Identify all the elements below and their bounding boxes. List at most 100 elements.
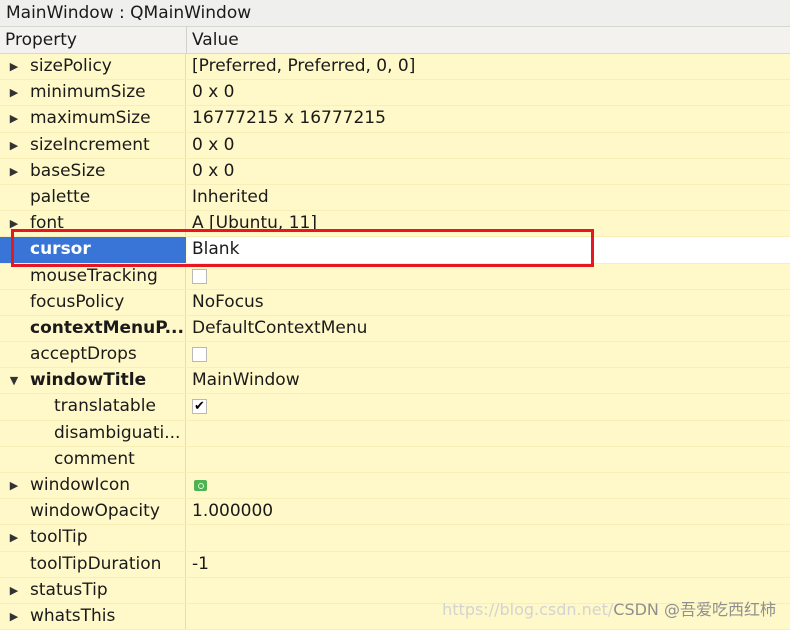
property-value-cell[interactable] xyxy=(187,447,790,472)
property-name-cell[interactable]: acceptDrops xyxy=(0,342,186,368)
property-checkbox[interactable]: ✔ xyxy=(192,399,207,415)
property-name-cell[interactable]: palette xyxy=(0,184,186,211)
property-name-cell[interactable]: ▶ sizeIncrement xyxy=(0,132,186,158)
property-value-text: 0 x 0 xyxy=(192,160,235,181)
property-value-cell[interactable]: DefaultContextMenu xyxy=(187,316,790,341)
property-row-basesize[interactable]: ▶ baseSize 0 x 0 xyxy=(0,158,790,185)
property-row-sizepolicy[interactable]: ▶ sizePolicy [Preferred, Preferred, 0, 0] xyxy=(0,54,790,81)
property-row-windowopacity[interactable]: windowOpacity 1.000000 xyxy=(0,499,790,526)
property-name-cell[interactable]: ▶ baseSize xyxy=(0,158,186,184)
property-value-text: 0 x 0 xyxy=(192,82,235,103)
property-row-windowtitle[interactable]: ▼ windowTitle MainWindow xyxy=(0,368,790,395)
property-value-cell[interactable]: Blank xyxy=(187,237,790,263)
property-row-tooltipduration[interactable]: toolTipDuration -1 xyxy=(0,551,790,578)
property-value-cell[interactable] xyxy=(187,525,790,550)
property-name-cell[interactable]: ▶ windowIcon xyxy=(0,473,186,499)
value-column-header[interactable]: Value xyxy=(192,27,239,54)
property-value-cell[interactable]: 0 x 0 xyxy=(187,133,790,158)
property-name-label: translatable xyxy=(54,396,156,417)
property-name-label: disambiguati... xyxy=(54,422,181,443)
property-value-cell[interactable]: -1 xyxy=(187,552,790,577)
property-value-text: DefaultContextMenu xyxy=(192,317,368,338)
property-row-comment[interactable]: comment xyxy=(0,446,790,473)
triangle-right-icon[interactable]: ▶ xyxy=(7,54,21,79)
property-row-mousetracking[interactable]: mouseTracking xyxy=(0,263,790,290)
property-row-windowicon[interactable]: ▶ windowIcon xyxy=(0,473,790,500)
triangle-right-icon[interactable]: ▶ xyxy=(7,578,21,603)
property-name-cell[interactable]: comment xyxy=(0,446,186,472)
property-value-text: Inherited xyxy=(192,186,269,207)
property-row-tooltip[interactable]: ▶ toolTip xyxy=(0,525,790,552)
property-checkbox[interactable] xyxy=(192,268,207,284)
triangle-right-icon[interactable]: ▶ xyxy=(7,473,21,498)
header-column-divider[interactable] xyxy=(186,27,187,54)
property-row-translatable[interactable]: translatable ✔ xyxy=(0,394,790,421)
property-name-cell[interactable]: disambiguati... xyxy=(0,420,186,446)
property-value-cell[interactable]: A [Ubuntu, 11] xyxy=(187,211,790,236)
property-name-cell[interactable]: contextMenuP... xyxy=(0,315,186,342)
property-name-cell[interactable]: windowOpacity xyxy=(0,499,186,525)
property-column-header[interactable]: Property xyxy=(5,27,77,54)
property-row-acceptdrops[interactable]: acceptDrops xyxy=(0,342,790,369)
triangle-right-icon[interactable]: ▶ xyxy=(7,133,21,158)
property-name-label: statusTip xyxy=(30,579,108,600)
property-name-cell[interactable]: mouseTracking xyxy=(0,263,186,289)
watermark-text: CSDN @吾爱吃西红柿 xyxy=(613,600,776,619)
property-name-cell[interactable]: ▶ toolTip xyxy=(0,525,186,551)
property-list: ▶ sizePolicy [Preferred, Preferred, 0, 0] ▶… xyxy=(0,54,790,630)
property-value-text: A [Ubuntu, 11] xyxy=(192,213,317,234)
triangle-right-icon[interactable]: ▶ xyxy=(7,159,21,184)
property-row-minimumsize[interactable]: ▶ minimumSize 0 x 0 xyxy=(0,80,790,107)
property-value-cell[interactable]: 0 x 0 xyxy=(187,159,790,184)
property-name-label: windowIcon xyxy=(30,475,131,495)
property-value-cell[interactable] xyxy=(187,473,790,498)
property-name-cell[interactable]: ▶ whatsThis xyxy=(0,603,186,630)
property-value-cell[interactable]: Inherited xyxy=(187,185,790,210)
property-name-cell[interactable]: focusPolicy xyxy=(0,289,186,315)
property-name-cell[interactable]: ▶ maximumSize xyxy=(0,106,186,132)
property-name-cell[interactable]: ▼ windowTitle xyxy=(0,368,186,394)
triangle-right-icon[interactable]: ▶ xyxy=(7,525,21,550)
property-name-label: sizeIncrement xyxy=(30,134,150,155)
property-row-focuspolicy[interactable]: focusPolicy NoFocus xyxy=(0,289,790,316)
property-value-text: MainWindow xyxy=(192,370,300,391)
property-name-cell[interactable]: ▶ statusTip xyxy=(0,577,186,603)
window-title: MainWindow : QMainWindow xyxy=(0,0,790,27)
property-name-label: focusPolicy xyxy=(30,291,125,312)
property-row-maximumsize[interactable]: ▶ maximumSize 16777215 x 16777215 xyxy=(0,106,790,133)
property-value-cell[interactable]: ✔ xyxy=(187,394,790,419)
triangle-right-icon[interactable]: ▶ xyxy=(7,604,21,629)
property-name-label: palette xyxy=(30,186,91,207)
property-name-label: font xyxy=(30,213,64,234)
triangle-right-icon[interactable]: ▶ xyxy=(7,80,21,105)
property-name-cell[interactable]: toolTipDuration xyxy=(0,551,186,577)
property-row-disambiguati[interactable]: disambiguati... xyxy=(0,420,790,447)
property-name-label: windowOpacity xyxy=(30,501,160,522)
property-name-label: mouseTracking xyxy=(30,265,158,286)
property-value-cell[interactable]: 16777215 x 16777215 xyxy=(187,106,790,131)
property-row-font[interactable]: ▶ font A [Ubuntu, 11] xyxy=(0,211,790,238)
property-name-cell[interactable]: translatable xyxy=(0,394,186,420)
property-row-palette[interactable]: palette Inherited xyxy=(0,184,790,212)
property-row-cursor[interactable]: cursor Blank xyxy=(0,237,790,264)
property-value-text: 0 x 0 xyxy=(192,134,235,155)
triangle-right-icon[interactable]: ▶ xyxy=(7,211,21,236)
property-name-cell[interactable]: cursor xyxy=(0,237,186,263)
property-value-cell[interactable]: MainWindow xyxy=(187,368,790,393)
property-value-cell[interactable]: 0 x 0 xyxy=(187,80,790,105)
checkmark-icon: ✔ xyxy=(194,399,205,415)
property-value-cell[interactable] xyxy=(187,342,790,367)
property-value-cell[interactable] xyxy=(187,421,790,446)
property-row-contextmenup[interactable]: contextMenuP... DefaultContextMenu xyxy=(0,315,790,343)
property-value-cell[interactable]: 1.000000 xyxy=(187,499,790,524)
property-name-cell[interactable]: ▶ minimumSize xyxy=(0,80,186,106)
property-name-cell[interactable]: ▶ sizePolicy xyxy=(0,54,186,80)
property-value-cell[interactable]: [Preferred, Preferred, 0, 0] xyxy=(187,54,790,79)
triangle-down-icon[interactable]: ▼ xyxy=(7,368,21,393)
triangle-right-icon[interactable]: ▶ xyxy=(7,106,21,131)
property-value-cell[interactable] xyxy=(187,264,790,289)
property-value-cell[interactable]: NoFocus xyxy=(187,290,790,315)
property-checkbox[interactable] xyxy=(192,347,207,363)
property-name-cell[interactable]: ▶ font xyxy=(0,211,186,237)
property-row-sizeincrement[interactable]: ▶ sizeIncrement 0 x 0 xyxy=(0,132,790,159)
